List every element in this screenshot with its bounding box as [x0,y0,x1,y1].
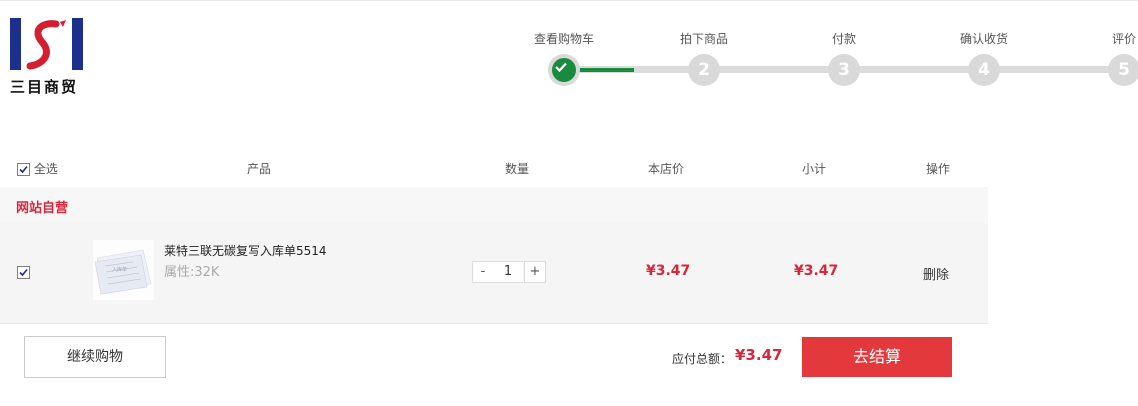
product-name-link[interactable]: 莱特三联无碳复写入库单5514 [164,242,327,259]
checkmark-icon [19,268,28,277]
step-circle-done [548,54,580,86]
quantity-input[interactable]: 1 [493,261,523,283]
select-all[interactable]: 全选 [17,160,58,177]
step-label: 确认收货 [959,32,1008,46]
step-confirm-receipt: 确认收货 4 [944,30,1024,86]
checkout-progress: 查看购物车 拍下商品 2 付款 3 确认收货 4 评价 5 [0,0,1138,110]
step-number: 5 [1108,54,1138,86]
step-label: 查看购物车 [533,32,594,46]
product-attribute: 属性:32K [164,265,220,280]
select-all-label: 全选 [33,162,58,176]
thumbnail-text: 入库单 [112,266,127,273]
item-price: ¥3.47 [646,263,691,279]
header-price: 本店价 [648,162,685,176]
step-place-order: 拍下商品 2 [664,30,744,86]
step-label: 拍下商品 [679,32,728,46]
checkmark-icon [19,165,28,174]
product-thumbnail[interactable]: 入库单 [93,240,154,300]
checkout-button[interactable]: 去结算 [802,337,952,377]
header-actions: 操作 [926,162,951,176]
step-payment: 付款 3 [804,30,884,86]
shop-group-header: 网站自营 [0,187,988,223]
header-subtotal: 小计 [802,162,827,176]
step-label: 付款 [831,32,856,46]
item-subtotal: ¥3.47 [794,263,839,279]
checkmark-icon [555,62,567,72]
header-quantity: 数量 [505,162,530,176]
continue-shopping-button[interactable]: 继续购物 [24,336,166,378]
total-amount: ¥3.47 [735,346,783,364]
step-view-cart: 查看购物车 [524,30,604,86]
select-all-checkbox[interactable] [17,163,30,176]
quantity-decrease-button[interactable]: - [472,261,494,283]
step-number: 3 [828,54,860,86]
shop-name: 网站自营 [16,201,69,216]
cart-table-header: 全选 产品 数量 本店价 小计 操作 [0,155,988,181]
item-checkbox[interactable] [17,266,30,279]
cart-item-row: 入库单 莱特三联无碳复写入库单5514 属性:32K - 1 + ¥3.47 ¥… [0,223,988,324]
quantity-increase-button[interactable]: + [524,261,546,283]
step-label: 评价 [1111,32,1136,46]
step-review: 评价 5 [1084,30,1138,86]
delete-item-link[interactable]: 删除 [923,264,949,283]
step-number: 2 [688,54,720,86]
step-number: 4 [968,54,1000,86]
product-image: 入库单 [93,240,154,300]
total-label: 应付总额： [672,352,733,366]
header-product: 产品 [247,162,272,176]
